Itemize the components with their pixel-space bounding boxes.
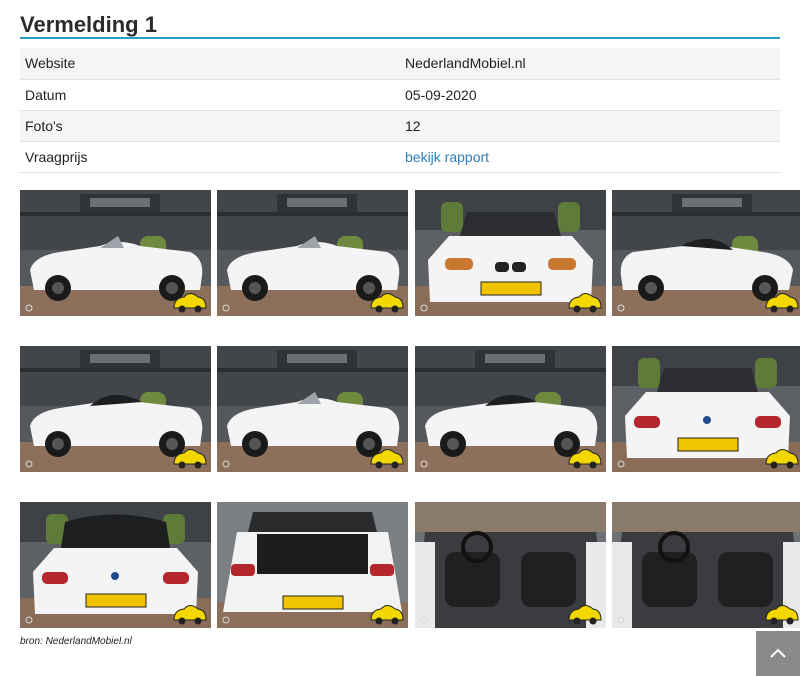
row-label: Website <box>20 48 400 80</box>
row-label: Datum <box>20 79 400 111</box>
car-photo <box>415 190 606 316</box>
gallery-photo[interactable] <box>217 190 408 316</box>
title-underline <box>20 37 780 39</box>
car-photo <box>612 502 800 628</box>
scroll-to-top-button[interactable] <box>756 631 800 676</box>
car-photo <box>20 502 211 628</box>
car-photo <box>612 346 800 472</box>
gallery-photo[interactable] <box>20 502 211 628</box>
table-row: Website NederlandMobiel.nl <box>20 48 780 80</box>
gallery-photo[interactable] <box>612 190 800 316</box>
row-value: NederlandMobiel.nl <box>400 48 780 80</box>
gallery-photo[interactable] <box>20 190 211 316</box>
gallery-photo[interactable] <box>217 502 408 628</box>
gallery-photo[interactable] <box>20 346 211 472</box>
car-photo <box>415 346 606 472</box>
car-photo <box>415 502 606 628</box>
view-report-link[interactable]: bekijk rapport <box>405 149 489 165</box>
table-row: Datum 05-09-2020 <box>20 79 780 111</box>
car-photo <box>217 346 408 472</box>
car-photo <box>217 502 408 628</box>
row-label: Vraagprijs <box>20 141 400 173</box>
gallery-photo[interactable] <box>612 502 800 628</box>
car-photo <box>217 190 408 316</box>
table-row: Foto's 12 <box>20 110 780 142</box>
gallery-photo[interactable] <box>612 346 800 472</box>
listing-info-table: Website NederlandMobiel.nl Datum 05-09-2… <box>20 48 780 173</box>
gallery-photo[interactable] <box>217 346 408 472</box>
row-label: Foto's <box>20 110 400 142</box>
table-row: Vraagprijs bekijk rapport <box>20 141 780 173</box>
row-value: 12 <box>400 110 780 142</box>
row-value: 05-09-2020 <box>400 79 780 111</box>
listing-title: Vermelding 1 <box>20 12 157 37</box>
chevron-up-icon <box>770 648 786 658</box>
row-value: bekijk rapport <box>400 141 780 173</box>
car-photo <box>20 346 211 472</box>
source-credit: bron: NederlandMobiel.nl <box>20 636 132 647</box>
car-photo <box>612 190 800 316</box>
car-photo <box>20 190 211 316</box>
gallery-photo[interactable] <box>415 346 606 472</box>
gallery-photo[interactable] <box>415 190 606 316</box>
gallery-photo[interactable] <box>415 502 606 628</box>
